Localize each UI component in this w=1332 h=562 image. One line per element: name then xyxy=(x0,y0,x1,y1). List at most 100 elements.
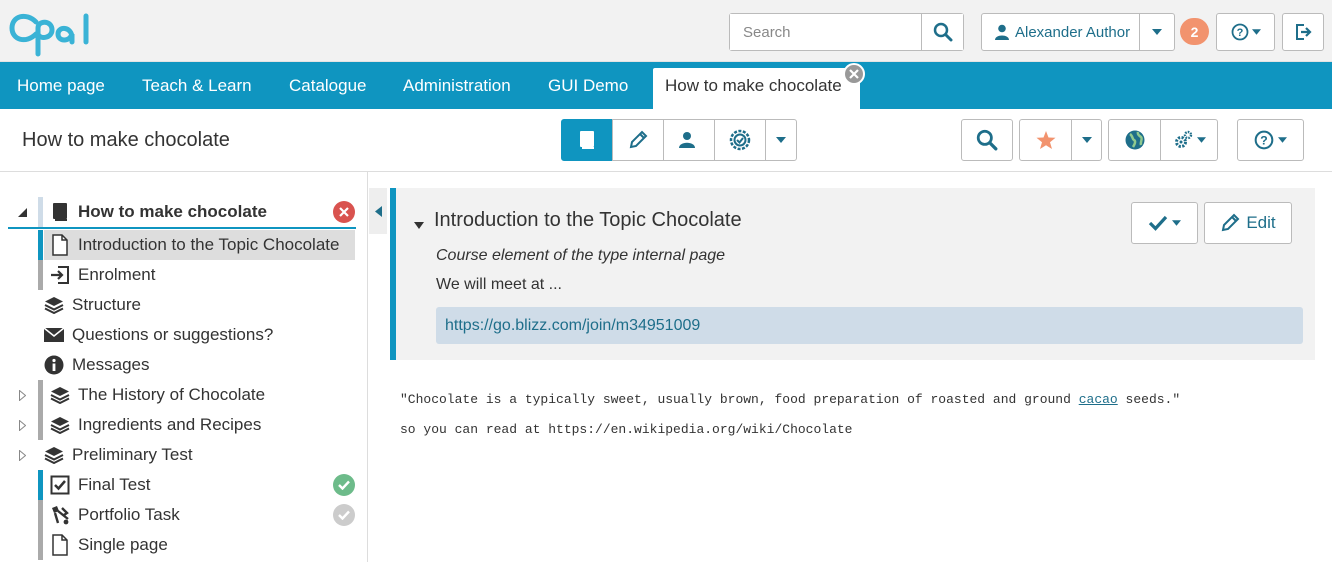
nav-tab-course[interactable]: How to make chocolate xyxy=(653,68,860,109)
tree-item-messages[interactable]: Messages xyxy=(0,350,360,380)
tree-item-enrolment[interactable]: Enrolment xyxy=(0,260,360,290)
tree-toggle[interactable] xyxy=(16,419,28,431)
nav-administration[interactable]: Administration xyxy=(403,62,511,109)
tree-indicator xyxy=(38,230,43,260)
edit-button[interactable]: Edit xyxy=(1204,202,1292,244)
tree-item-history[interactable]: The History of Chocolate xyxy=(0,380,360,410)
pencil-icon xyxy=(1222,213,1240,232)
tree-item-label: Single page xyxy=(78,535,168,554)
settings-dropdown-button[interactable] xyxy=(1160,119,1218,161)
help-icon: ? xyxy=(1231,23,1248,41)
user-button[interactable]: Alexander Author xyxy=(982,14,1139,50)
search-input[interactable] xyxy=(730,14,921,50)
mode-dropdown-toggle[interactable] xyxy=(765,119,797,161)
confirm-dropdown-button[interactable] xyxy=(1131,202,1198,244)
cacao-link[interactable]: cacao xyxy=(1079,392,1118,407)
nav-gui-demo[interactable]: GUI Demo xyxy=(548,62,628,109)
tree-item-structure[interactable]: Structure xyxy=(0,290,360,320)
nav-catalogue[interactable]: Catalogue xyxy=(289,62,367,109)
collapse-toggle[interactable] xyxy=(414,216,424,234)
tree-item-root[interactable]: How to make chocolate xyxy=(0,197,360,227)
caret-left-icon xyxy=(374,205,382,217)
caret-down-icon xyxy=(1278,137,1287,143)
course-help-button[interactable]: ? xyxy=(1237,119,1304,161)
course-tree: How to make chocolate Introduction to th… xyxy=(0,172,368,562)
close-tab-button[interactable] xyxy=(843,63,865,85)
course-element-panel: Introduction to the Topic Chocolate Cour… xyxy=(390,188,1315,360)
caret-down-icon xyxy=(1196,137,1206,143)
passed-status-icon xyxy=(333,474,355,496)
collapse-sidebar-button[interactable] xyxy=(369,188,387,234)
element-title: Introduction to the Topic Chocolate xyxy=(434,209,742,231)
favorite-dropdown-toggle[interactable] xyxy=(1071,119,1102,161)
tree-item-ingredients[interactable]: Ingredients and Recipes xyxy=(0,410,360,440)
settings-group xyxy=(1108,119,1218,161)
nav-home-page[interactable]: Home page xyxy=(17,62,105,109)
search-icon xyxy=(976,129,998,151)
element-subtitle: Course element of the type internal page xyxy=(436,247,726,264)
tree-toggle[interactable] xyxy=(16,389,28,401)
user-dropdown-toggle[interactable] xyxy=(1139,14,1174,50)
tree-toggle[interactable] xyxy=(16,449,28,461)
checkbox-icon xyxy=(49,474,71,496)
tree-indicator xyxy=(38,380,43,410)
error-status-icon xyxy=(333,201,355,223)
caret-collapsed-icon xyxy=(18,389,26,401)
course-view-button[interactable] xyxy=(561,119,613,161)
tree-indicator xyxy=(38,470,43,500)
user-menu: Alexander Author xyxy=(981,13,1175,51)
main-navigation: Home page Teach & Learn Catalogue Admini… xyxy=(0,62,1332,109)
checkmark-icon xyxy=(1148,215,1168,231)
read-line: so you can read at https://en.wikipedia.… xyxy=(400,422,853,437)
search-button[interactable] xyxy=(921,14,963,50)
caret-down-icon xyxy=(1152,29,1163,35)
book-icon xyxy=(49,201,71,223)
envelope-icon xyxy=(43,324,65,346)
assessment-button[interactable] xyxy=(714,119,766,161)
favorite-button[interactable] xyxy=(1019,119,1072,161)
user-name: Alexander Author xyxy=(1015,23,1131,41)
caret-collapsed-icon xyxy=(18,449,26,461)
tree-item-single-page[interactable]: Single page xyxy=(0,530,360,560)
portfolio-icon xyxy=(49,504,71,526)
tree-item-preliminary-test[interactable]: Preliminary Test xyxy=(0,440,360,470)
tree-item-final-test[interactable]: Final Test xyxy=(0,470,360,500)
nav-teach-learn[interactable]: Teach & Learn xyxy=(142,62,252,109)
tree-item-introduction[interactable]: Introduction to the Topic Chocolate xyxy=(0,230,360,260)
tree-item-label: How to make chocolate xyxy=(78,202,267,221)
notification-badge[interactable]: 2 xyxy=(1180,18,1209,45)
tree-item-label: Preliminary Test xyxy=(72,445,193,464)
course-toolbar: How to make chocolate ? xyxy=(0,109,1332,172)
logout-icon xyxy=(1296,24,1312,40)
enrolment-icon xyxy=(49,264,71,286)
course-search-button[interactable] xyxy=(961,119,1013,161)
meeting-link[interactable]: https://go.blizz.com/join/m34951009 xyxy=(436,307,1303,344)
svg-text:?: ? xyxy=(1260,133,1267,147)
search-box xyxy=(729,13,964,51)
course-editor-button[interactable] xyxy=(612,119,664,161)
tree-item-questions[interactable]: Questions or suggestions? xyxy=(0,320,360,350)
tree-toggle[interactable] xyxy=(16,207,28,217)
tree-item-portfolio-task[interactable]: Portfolio Task xyxy=(0,500,360,530)
user-icon xyxy=(995,24,1009,40)
tree-item-label: The History of Chocolate xyxy=(78,385,266,404)
tree-indicator xyxy=(38,410,43,440)
pencil-icon xyxy=(629,130,648,149)
members-button[interactable] xyxy=(663,119,715,161)
language-button[interactable] xyxy=(1108,119,1161,161)
help-menu-button[interactable]: ? xyxy=(1216,13,1275,51)
quote-text-before: "Chocolate is a typically sweet, usually… xyxy=(400,392,1079,407)
logout-button[interactable] xyxy=(1282,13,1324,51)
root-underline xyxy=(8,227,356,229)
layers-icon xyxy=(43,444,65,466)
tree-indicator xyxy=(38,260,43,290)
not-passed-status-icon xyxy=(333,504,355,526)
course-title: How to make chocolate xyxy=(22,129,230,151)
members-icon xyxy=(679,132,699,148)
tree-item-label: Structure xyxy=(72,295,141,314)
close-icon xyxy=(849,69,859,79)
layers-icon xyxy=(49,384,71,406)
opal-logo[interactable] xyxy=(8,8,104,58)
tree-item-label: Enrolment xyxy=(78,265,156,284)
globe-icon xyxy=(1125,130,1144,150)
